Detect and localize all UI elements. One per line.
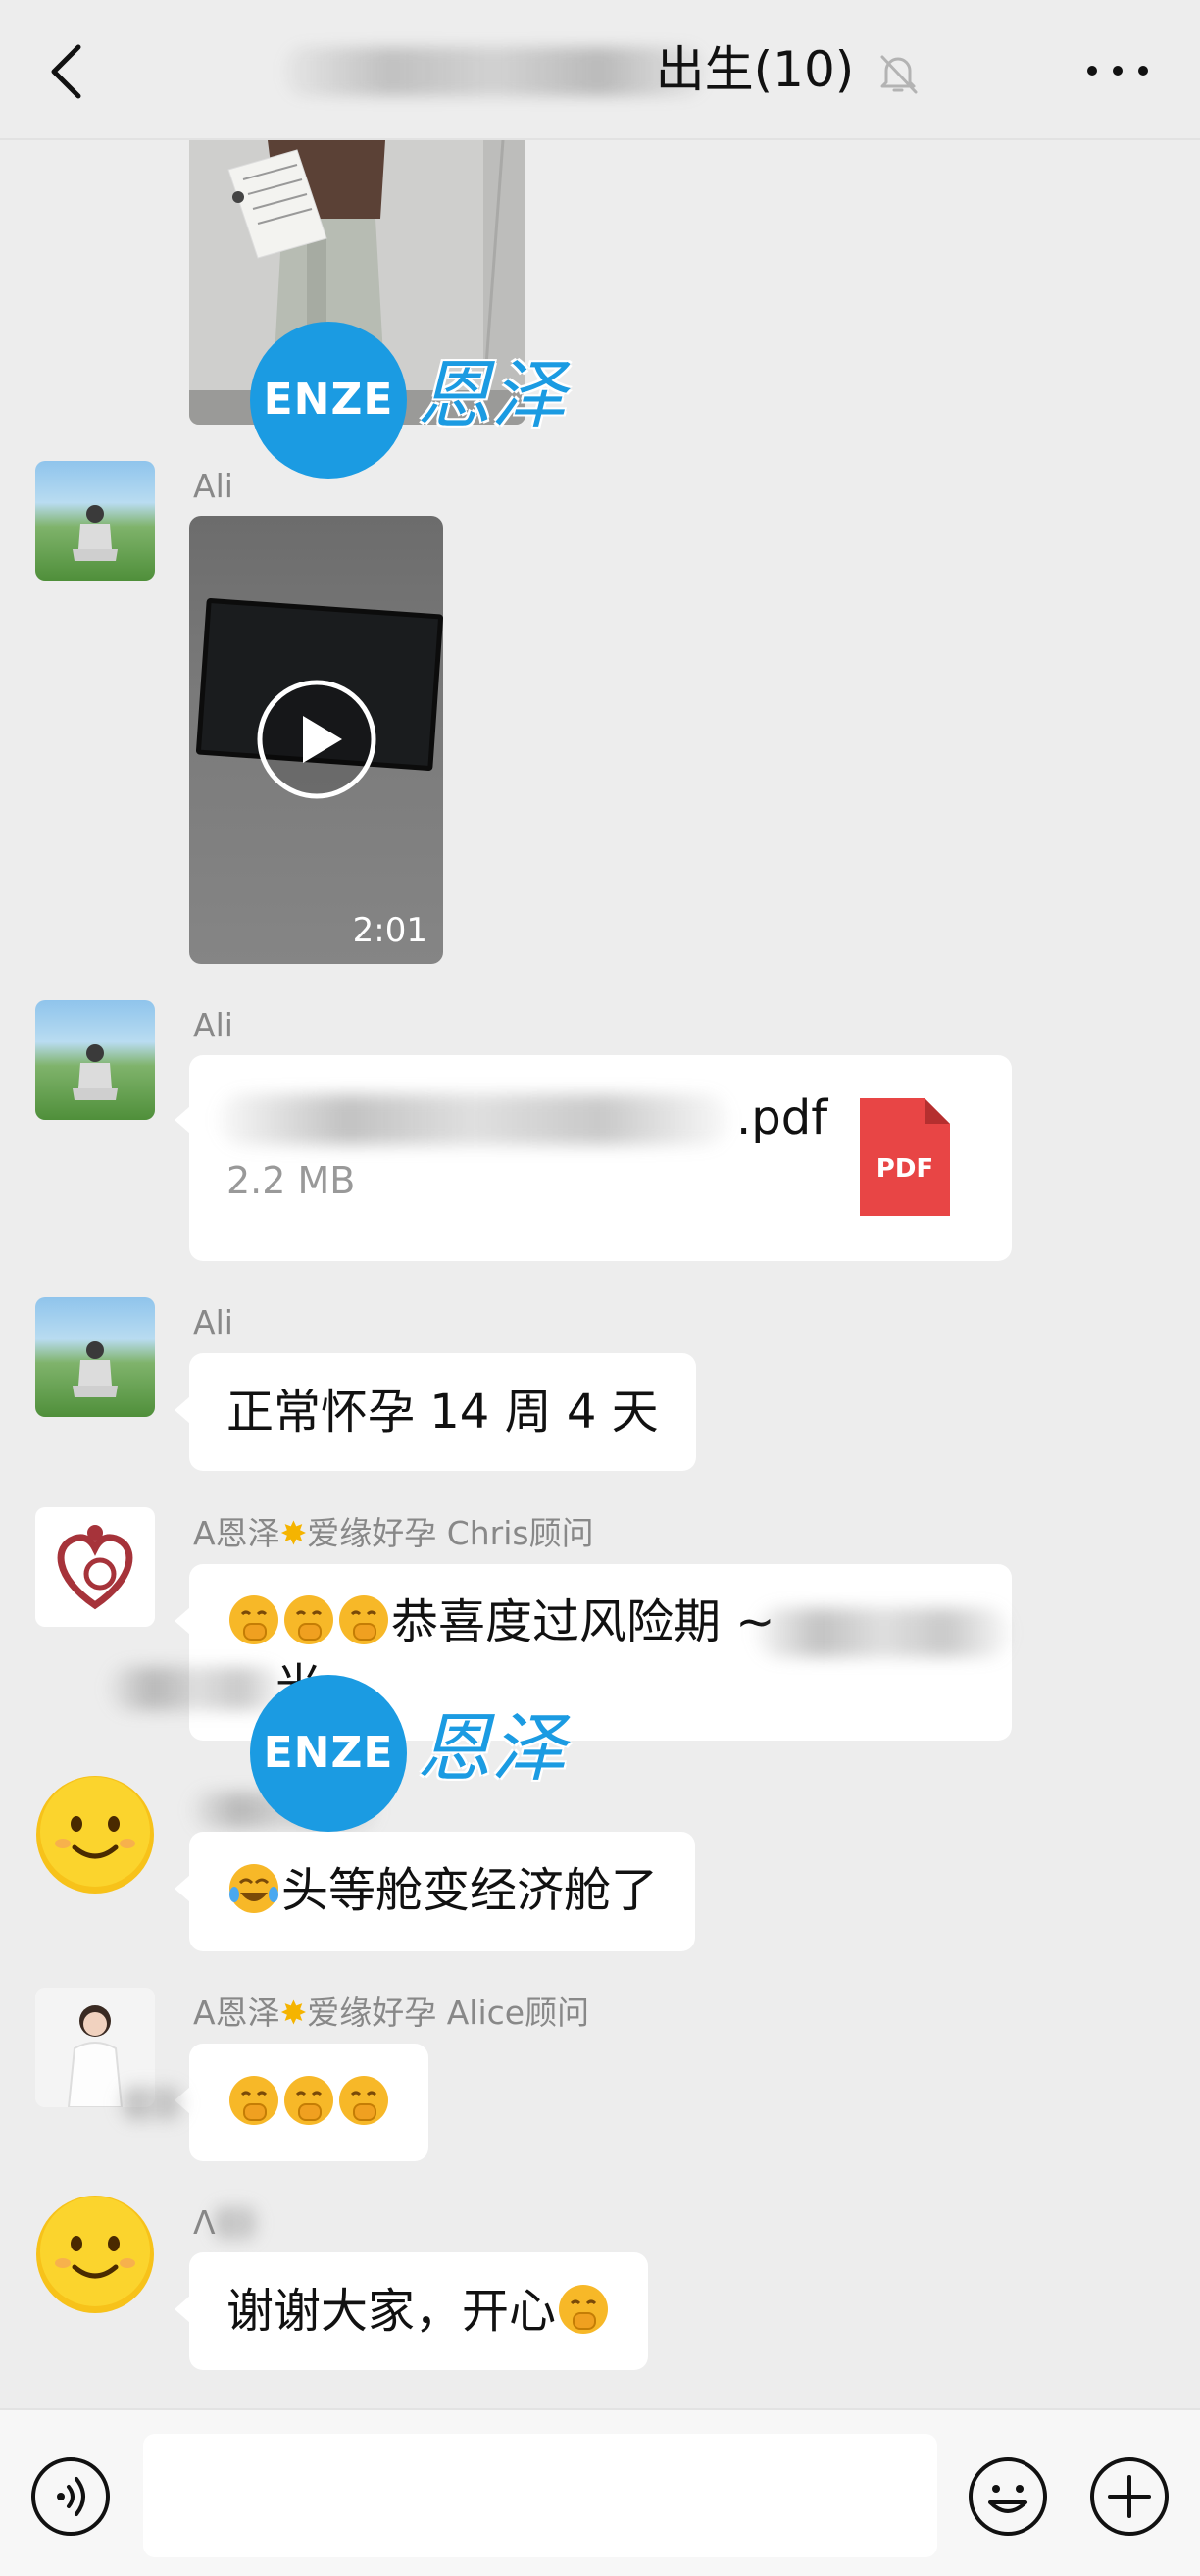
covering-mouth-emoji-icon [339, 2076, 388, 2125]
enze-watermark: ENZE 恩泽 [250, 322, 593, 479]
input-bar [0, 2408, 1200, 2576]
covering-mouth-emoji-icon [284, 1595, 333, 1644]
text-redaction [118, 2087, 186, 2120]
avatar[interactable] [35, 1507, 155, 1627]
text-redaction [755, 1608, 1010, 1657]
person-figure [73, 505, 118, 561]
enze-brand-text: 恩泽 [417, 351, 566, 438]
pdf-file-icon: PDF [860, 1098, 950, 1216]
avatar[interactable] [35, 461, 155, 581]
message-text: 正常怀孕 14 周 4 天 [226, 1385, 659, 1440]
avatar[interactable] [35, 1297, 155, 1417]
text-message[interactable]: 头等舱变经济舱了 [174, 1832, 696, 1951]
covering-mouth-emoji-icon [284, 2076, 333, 2125]
plus-icon[interactable] [1088, 2455, 1171, 2538]
message-input[interactable] [143, 2434, 937, 2557]
enze-logo: ENZE [250, 1675, 407, 1832]
message-text: 恭喜度过风险期 ~ [391, 1594, 775, 1649]
sender-name: Ali [193, 1303, 233, 1341]
text-message[interactable] [175, 2044, 428, 2161]
chevron-left-icon[interactable] [39, 37, 98, 106]
video-message[interactable]: 2:01 [189, 516, 443, 964]
bell-slash-icon [880, 55, 918, 94]
covering-mouth-emoji-icon [559, 2285, 609, 2334]
star-emoji-icon: ✸ [279, 1994, 308, 2032]
message-text: 谢谢大家，开心 [226, 2284, 557, 2339]
avatar[interactable] [35, 1000, 155, 1120]
file-message[interactable]: .pdf 2.2 MB PDF [175, 1055, 1012, 1261]
enze-watermark: ENZE 恩泽 [250, 1675, 593, 1832]
person-figure [73, 1341, 118, 1397]
sender-redaction [211, 2206, 260, 2240]
star-emoji-icon: ✸ [279, 1514, 308, 1552]
person-figure [73, 1044, 118, 1100]
file-name: .pdf [736, 1090, 828, 1145]
text-message[interactable]: 正常怀孕 14 周 4 天 [175, 1353, 696, 1471]
chat-header: 出生(10) [0, 0, 1200, 140]
smiley-avatar-icon [36, 2196, 154, 2313]
tears-of-joy-emoji-icon [229, 1864, 278, 1913]
message-text: 头等舱变经济舱了 [281, 1863, 659, 1918]
video-duration: 2:01 [352, 911, 427, 950]
pdf-badge: PDF [876, 1154, 933, 1184]
covering-mouth-emoji-icon [339, 1595, 388, 1644]
play-icon[interactable] [256, 679, 377, 800]
sender-name: A恩泽✸爱缘好孕 Alice顾问 [193, 1994, 590, 2032]
sender-name: Ali [193, 467, 233, 505]
covering-mouth-emoji-icon [229, 1595, 278, 1644]
chat-screen: 出生(10) ENZE 恩泽 Ali 2:01 Ali .pdf 2.2 MB … [0, 0, 1200, 2576]
voice-icon[interactable] [29, 2455, 112, 2538]
file-size: 2.2 MB [226, 1159, 356, 1202]
text-message[interactable]: 谢谢大家，开心 [174, 2252, 649, 2370]
heart-logo-icon [57, 1525, 133, 1610]
sender-name: A恩泽✸爱缘好孕 Chris顾问 [193, 1514, 594, 1552]
avatar[interactable] [35, 2195, 155, 2314]
enze-brand-text: 恩泽 [417, 1704, 566, 1792]
emoji-icon[interactable] [967, 2455, 1049, 2538]
sender-name: Ali [193, 1006, 233, 1044]
smiley-avatar-icon [36, 1776, 154, 1894]
enze-logo: ENZE [250, 322, 407, 479]
covering-mouth-emoji-icon [229, 2076, 278, 2125]
avatar[interactable] [35, 1775, 155, 1894]
more-dots-icon[interactable] [1078, 51, 1157, 90]
chat-title: 出生(10) [655, 41, 855, 98]
